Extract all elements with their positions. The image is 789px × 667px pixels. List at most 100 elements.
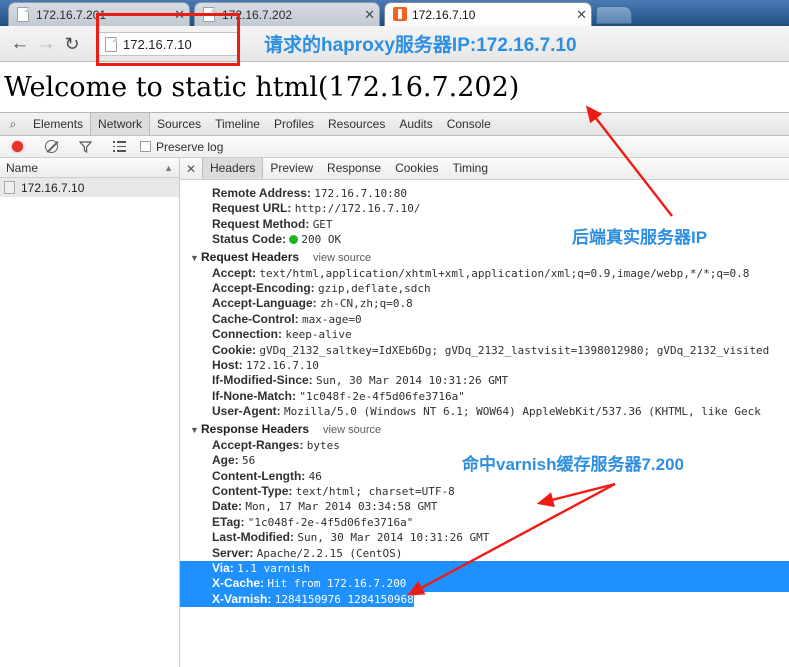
large-rows-icon[interactable] [102,141,136,152]
tab-audits[interactable]: Audits [392,113,439,135]
header-value: text/html; charset=UTF-8 [295,484,455,498]
browser-tab-2[interactable]: 172.16.7.10 ✕ [384,2,592,26]
header-row-selected: X-Varnish: 1284150976 1284150968 [180,591,789,608]
header-key: Age: [212,453,239,468]
tab-preview[interactable]: Preview [263,158,320,179]
forward-icon[interactable]: → [36,34,56,54]
magento-icon [393,7,407,22]
request-headers-section-title[interactable]: ▼ Request Headers view source [180,249,789,266]
header-row: Content-Type: text/html; charset=UTF-8 [180,484,789,499]
reload-icon[interactable]: ↻ [62,34,82,54]
header-value: 46 [308,469,322,483]
search-icon[interactable]: ⌕ [0,117,26,132]
back-icon[interactable]: ← [10,34,30,54]
header-row: Host: 172.16.7.10 [180,358,789,373]
header-key: Host: [212,358,243,373]
new-tab-button[interactable] [596,6,632,24]
view-source-link[interactable]: view source [313,252,371,264]
view-source-link[interactable]: view source [323,424,381,436]
filter-icon[interactable] [68,140,102,153]
header-key: Last-Modified: [212,530,294,545]
annotation-backend-ip: 后端真实服务器IP [572,228,708,247]
header-row: If-Modified-Since: Sun, 30 Mar 2014 10:3… [180,373,789,388]
header-key: Date: [212,499,243,514]
header-row: Request URL: http://172.16.7.10/ [180,201,789,216]
header-key: Accept-Encoding: [212,281,315,296]
sort-ascending-icon[interactable]: ▲ [164,163,173,173]
requests-column-header[interactable]: Name ▲ [0,158,179,178]
header-row-selected: Via: 1.1 varnish [180,560,789,577]
header-value: Hit from 172.16.7.200 [267,577,407,591]
header-row: If-None-Match: "1c048f-2e-4f5d06fe3716a" [180,389,789,404]
record-icon[interactable] [0,141,34,152]
header-value: gVDq_2132_saltkey=IdXEb6Dg; gVDq_2132_la… [259,343,770,357]
header-key: Status Code: [212,232,287,247]
header-key: If-Modified-Since: [212,373,313,388]
header-key: Server: [212,545,254,560]
close-icon[interactable]: ✕ [180,162,202,176]
tab-timing[interactable]: Timing [445,158,495,179]
triangle-down-icon[interactable]: ▼ [190,422,201,438]
triangle-down-icon[interactable]: ▼ [190,250,201,266]
devtools-panel: ⌕ Elements Network Sources Timeline Prof… [0,112,789,667]
tab-profiles[interactable]: Profiles [267,113,321,135]
header-value: max-age=0 [302,312,362,326]
header-value: bytes [306,438,340,452]
section-label: Request Headers [201,249,300,264]
header-row: ETag: "1c048f-2e-4f5d06fe3716a" [180,515,789,530]
column-header-name: Name [6,160,39,175]
page-icon [17,7,30,22]
header-value: text/html,application/xhtml+xml,applicat… [259,266,750,280]
header-row: Cookie: gVDq_2132_saltkey=IdXEb6Dg; gVDq… [180,343,789,358]
network-toolbar: Preserve log [0,136,789,158]
detail-tabs: ✕ Headers Preview Response Cookies Timin… [180,158,789,180]
header-row: Remote Address: 172.16.7.10:80 [180,186,789,201]
header-value: keep-alive [285,328,352,342]
tab-headers[interactable]: Headers [202,158,264,179]
header-value: 200 OK [301,233,342,247]
checkbox-box[interactable] [140,141,151,152]
header-value[interactable]: http://172.16.7.10/ [295,202,421,215]
header-key: If-None-Match: [212,388,296,403]
close-icon[interactable]: ✕ [354,8,375,21]
clear-icon[interactable] [34,140,68,153]
header-row: Accept-Language: zh-CN,zh;q=0.8 [180,296,789,311]
preserve-log-label: Preserve log [156,139,224,154]
header-key: X-Varnish: [212,591,272,606]
header-value: Sun, 30 Mar 2014 10:31:26 GMT [316,374,509,388]
tab-cookies[interactable]: Cookies [388,158,445,179]
header-value: Mozilla/5.0 (Windows NT 6.1; WOW64) Appl… [284,405,761,419]
close-icon[interactable]: ✕ [566,8,587,21]
header-value: gzip,deflate,sdch [318,282,431,296]
header-key: Content-Length: [212,468,306,483]
annotation-rectangle-address-bar [96,13,240,66]
response-headers-section-title[interactable]: ▼ Response Headers view source [180,421,789,438]
header-key: Request Method: [212,216,310,231]
status-ok-icon [289,235,299,245]
document-icon [4,181,15,194]
header-row: Accept: text/html,application/xhtml+xml,… [180,266,789,281]
request-name: 172.16.7.10 [21,180,85,195]
tab-network[interactable]: Network [90,113,151,135]
tab-sources[interactable]: Sources [150,113,208,135]
header-value: zh-CN,zh;q=0.8 [320,297,413,311]
header-row: Accept-Encoding: gzip,deflate,sdch [180,281,789,296]
header-key: Via: [212,560,234,575]
tab-elements[interactable]: Elements [26,113,90,135]
preserve-log-checkbox[interactable]: Preserve log [140,140,223,154]
header-value: Sun, 30 Mar 2014 10:31:26 GMT [297,531,490,545]
tab-resources[interactable]: Resources [321,113,392,135]
header-key: X-Cache: [212,576,265,591]
tab-timeline[interactable]: Timeline [208,113,267,135]
tab-title: 172.16.7.10 [412,7,476,22]
header-value: "1c048f-2e-4f5d06fe3716a" [247,515,414,529]
tab-console[interactable]: Console [440,113,498,135]
tab-response[interactable]: Response [320,158,388,179]
annotation-varnish-cache: 命中varnish缓存服务器7.200 [462,455,685,474]
header-value: GET [312,217,333,231]
header-key: Content-Type: [212,483,293,498]
request-row[interactable]: 172.16.7.10 [0,178,179,197]
header-key: Request URL: [212,201,292,216]
header-key: Cookie: [212,342,257,357]
header-row: Server: Apache/2.2.15 (CentOS) [180,546,789,561]
